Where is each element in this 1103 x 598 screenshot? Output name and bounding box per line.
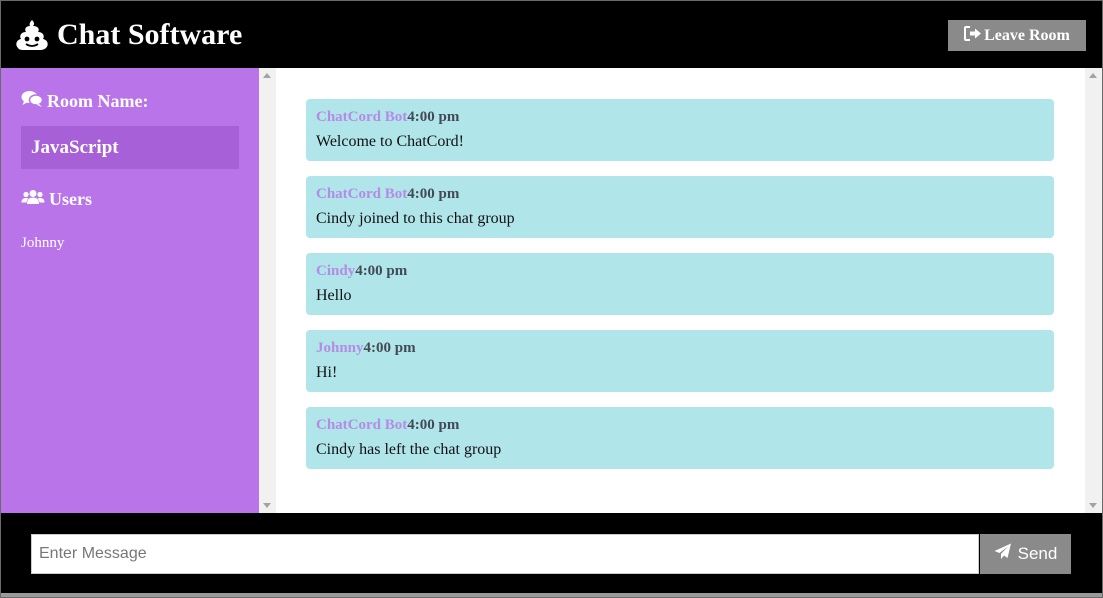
message: ChatCord Bot4:00 pm Cindy has left the c… (306, 407, 1054, 469)
message-username: Johnny (316, 340, 364, 356)
message-username: ChatCord Bot (316, 417, 408, 433)
message-meta: ChatCord Bot4:00 pm (316, 186, 459, 203)
window-bottom-border (1, 593, 1102, 597)
message-text: Welcome to ChatCord! (316, 133, 465, 150)
sidebar-scrollbar[interactable] (259, 68, 276, 513)
message-meta: ChatCord Bot4:00 pm (316, 417, 459, 434)
message-text: Cindy has left the chat group (316, 441, 502, 458)
paper-plane-icon (994, 543, 1018, 565)
users-heading: Users (21, 189, 92, 210)
room-name-heading: Room Name: (21, 90, 148, 113)
message-meta: Cindy4:00 pm (316, 263, 407, 280)
chat-scrollbar[interactable] (1085, 68, 1102, 513)
message-username: Cindy (316, 263, 356, 279)
scroll-up-arrow-icon[interactable] (263, 73, 271, 78)
message-time: 4:00 pm (355, 263, 408, 279)
leave-room-button[interactable]: Leave Room (948, 20, 1086, 51)
message-input[interactable] (31, 534, 979, 574)
poop-icon (15, 18, 49, 52)
scroll-down-arrow-icon[interactable] (263, 503, 271, 508)
message-time: 4:00 pm (407, 417, 460, 433)
chat-messages: ChatCord Bot4:00 pm Welcome to ChatCord!… (276, 68, 1085, 513)
scroll-down-arrow-icon[interactable] (1089, 503, 1097, 508)
message-time: 4:00 pm (407, 186, 460, 202)
users-label: Users (49, 189, 92, 209)
message-text: Hello (316, 287, 352, 304)
send-label: Send (1017, 544, 1058, 563)
room-name-value: JavaScript (21, 126, 239, 169)
message-text: Hi! (316, 364, 338, 381)
message-meta: ChatCord Bot4:00 pm (316, 109, 459, 126)
message-username: ChatCord Bot (316, 109, 408, 125)
app-title: Chat Software (57, 18, 243, 51)
message-time: 4:00 pm (407, 109, 460, 125)
comments-icon (21, 90, 47, 113)
message-time: 4:00 pm (363, 340, 416, 356)
sidebar: Room Name: JavaScript Users Johnny (1, 68, 259, 513)
message: ChatCord Bot4:00 pm Cindy joined to this… (306, 176, 1054, 238)
header: Chat Software Leave Room (1, 1, 1102, 68)
message-composer: Send (1, 513, 1102, 593)
message: ChatCord Bot4:00 pm Welcome to ChatCord! (306, 99, 1054, 161)
user-list-item: Johnny (21, 235, 65, 251)
message: Johnny4:00 pm Hi! (306, 330, 1054, 392)
sign-out-icon (964, 25, 984, 46)
scroll-up-arrow-icon[interactable] (1089, 73, 1097, 78)
app-window: Chat Software Leave Room Room Name: Java… (0, 0, 1103, 598)
message-username: ChatCord Bot (316, 186, 408, 202)
logo: Chat Software (15, 15, 242, 55)
message-meta: Johnny4:00 pm (316, 340, 416, 357)
message: Cindy4:00 pm Hello (306, 253, 1054, 315)
users-icon (21, 189, 49, 210)
send-button[interactable]: Send (980, 534, 1071, 574)
room-name-label: Room Name: (47, 91, 149, 111)
leave-room-label: Leave Room (984, 26, 1070, 44)
message-text: Cindy joined to this chat group (316, 210, 515, 227)
